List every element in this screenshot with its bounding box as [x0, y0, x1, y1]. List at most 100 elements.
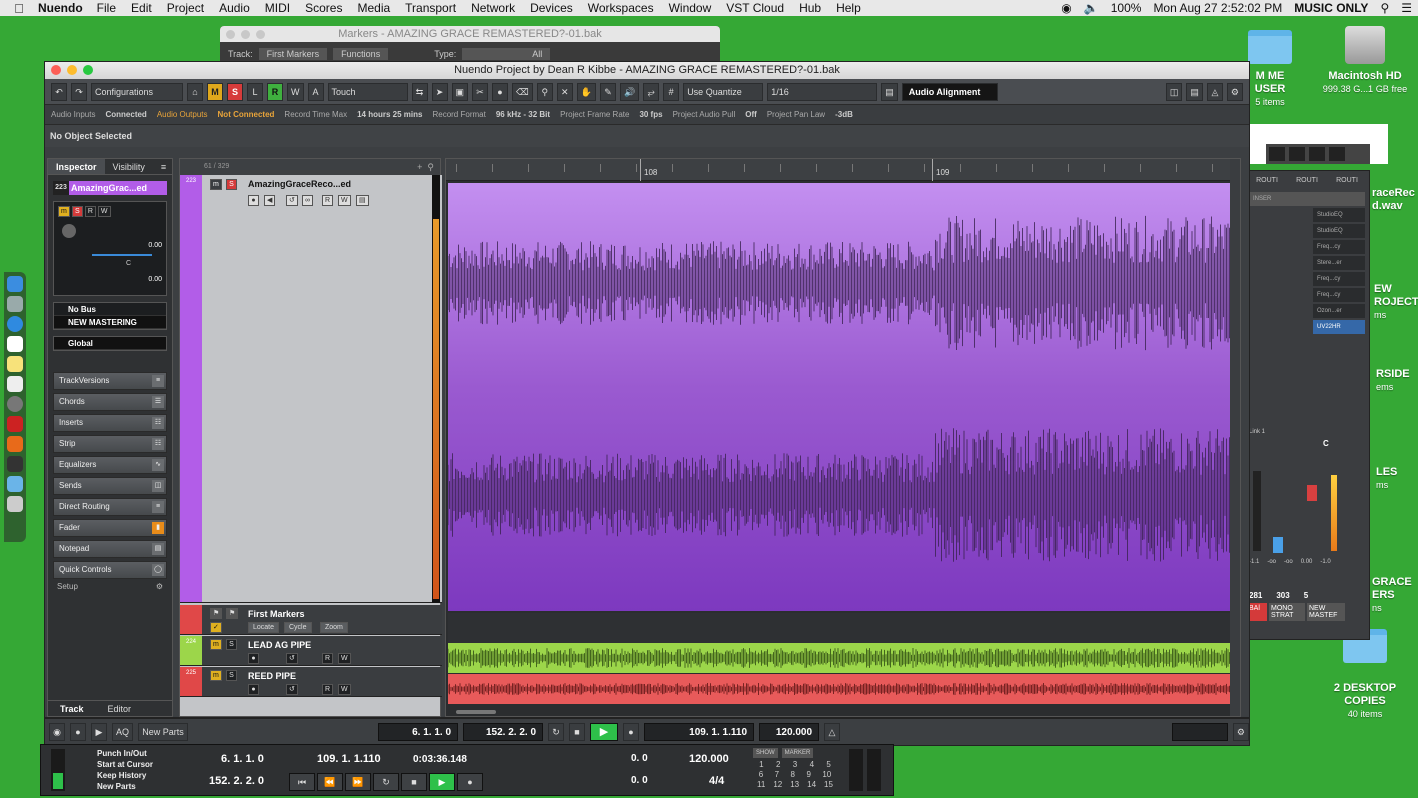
lane-icon[interactable]: ↺ [286, 653, 298, 664]
dropdown-icon[interactable] [1269, 147, 1285, 161]
tab-editor[interactable]: Editor [96, 701, 144, 716]
write-button[interactable]: W [338, 653, 351, 664]
solo-button[interactable]: S [226, 670, 237, 681]
monitor-icon[interactable]: ◀ [264, 195, 276, 206]
constrain-icon[interactable]: ◉ [49, 723, 65, 741]
battery-percent[interactable]: 100% [1111, 1, 1142, 15]
marker-lane[interactable] [448, 613, 1232, 643]
insert-slot[interactable]: Stere...er [1313, 256, 1365, 270]
object-select-tool-icon[interactable]: ➤ [431, 82, 448, 101]
section-chords[interactable]: Chords ☰ [53, 393, 167, 411]
solo-button[interactable]: S [71, 206, 83, 217]
section-sends[interactable]: Sends ◫ [53, 477, 167, 495]
checkbox-icon[interactable]: ✓ [210, 622, 222, 633]
volume-bar[interactable] [92, 254, 152, 256]
show-button[interactable]: SHOW [753, 748, 778, 758]
volume-value[interactable]: 0.00 [148, 242, 162, 249]
primary-time-display[interactable]: 109. 1. 1.110 [317, 753, 381, 765]
volume-icon[interactable]: 🔈 [1084, 1, 1099, 15]
close-icon[interactable] [51, 65, 61, 75]
snap-icon[interactable]: ⥂ [643, 82, 660, 101]
layout-right-icon[interactable]: ◬ [1206, 82, 1223, 101]
flag-app-icon[interactable] [7, 436, 23, 452]
cycle-icon[interactable]: ↻ [373, 773, 399, 791]
marker-7-button[interactable]: 7 [775, 770, 779, 780]
record-icon[interactable]: ● [248, 684, 259, 695]
marker-15-button[interactable]: 15 [824, 780, 833, 790]
automation-mode-select[interactable]: Touch [327, 82, 408, 101]
locate-button[interactable]: Locate [248, 622, 280, 633]
marker-3-button[interactable]: 3 [793, 760, 797, 770]
audio-inputs-value[interactable]: Connected [105, 110, 146, 119]
insert-slot-selected[interactable]: UV22HR [1313, 320, 1365, 334]
glue-tool-icon[interactable]: ● [492, 82, 509, 101]
solo-button[interactable]: S [226, 179, 237, 190]
nuendo-icon[interactable] [7, 416, 23, 432]
layout-bottom-icon[interactable]: ▤ [1186, 82, 1203, 101]
desktop-folder-files[interactable]: LES ms [1376, 466, 1418, 492]
marker-9-button[interactable]: 9 [806, 770, 810, 780]
notes-icon[interactable] [7, 356, 23, 372]
menu-media[interactable]: Media [357, 1, 390, 15]
marker-12-button[interactable]: 12 [773, 780, 782, 790]
grid-icon[interactable]: # [663, 82, 680, 101]
launchpad-icon[interactable] [7, 296, 23, 312]
speaker-tool-icon[interactable]: 🔊 [619, 82, 640, 101]
menu-scores[interactable]: Scores [305, 1, 342, 15]
routing-header[interactable]: ROUTI [1256, 177, 1278, 184]
mute-button[interactable]: m [210, 179, 222, 190]
input-routing[interactable]: No Bus [54, 303, 166, 316]
marker-5-button[interactable]: 5 [826, 760, 830, 770]
audio-event-amazing-grace[interactable] [448, 183, 1232, 611]
audio-event-lead-ag-pipe[interactable] [447, 643, 1232, 673]
menu-devices[interactable]: Devices [530, 1, 573, 15]
inspector-track-name[interactable]: 223 AmazingGrac...ed [53, 181, 167, 195]
range-tool-icon[interactable]: ▣ [451, 82, 469, 101]
insert-slot[interactable]: Freq...cy [1313, 240, 1365, 254]
left-locator-display[interactable]: 6. 1. 1. 0 [221, 753, 264, 765]
cycle-icon[interactable]: ↻ [548, 723, 565, 741]
draw-tool-icon[interactable]: ✎ [599, 82, 616, 101]
tempo-display[interactable]: 120.000 [689, 753, 729, 765]
insert-slot[interactable]: Freq...cy [1313, 272, 1365, 286]
section-direct-routing[interactable]: Direct Routing ≡ [53, 498, 167, 516]
tab-visibility[interactable]: Visibility [105, 159, 153, 174]
right-locator-display[interactable]: 152. 2. 2. 0 [209, 775, 264, 787]
layout-left-icon[interactable]: ◫ [1165, 82, 1183, 101]
record-button[interactable]: ● [623, 723, 640, 741]
link-icon[interactable]: ∞ [302, 195, 313, 206]
marker-icon[interactable]: ⚑ [226, 608, 239, 619]
frame-rate-value[interactable]: 30 fps [639, 110, 662, 119]
signature-display[interactable]: 4/4 [709, 775, 724, 787]
close-icon[interactable] [226, 30, 235, 39]
downloads-icon[interactable] [7, 476, 23, 492]
finder-icon[interactable] [7, 276, 23, 292]
fast-forward-icon[interactable]: ⏩ [345, 773, 371, 791]
track-select[interactable]: First Markers [258, 48, 328, 60]
channel-name[interactable]: MONO STRAT [1269, 603, 1305, 621]
zoom-tool-icon[interactable]: ⚲ [536, 82, 553, 101]
lanes-icon[interactable]: ▤ [356, 195, 369, 206]
menu-audio[interactable]: Audio [219, 1, 250, 15]
menu-vst-cloud[interactable]: VST Cloud [726, 1, 784, 15]
vertical-scrollbar[interactable] [1230, 159, 1240, 716]
layout-icon[interactable] [1309, 147, 1325, 161]
gear-icon[interactable] [1329, 147, 1345, 161]
section-strip[interactable]: Strip ☷ [53, 435, 167, 453]
track-name[interactable]: LEAD AG PIPE [248, 640, 311, 650]
section-notepad[interactable]: Notepad ▤ [53, 540, 167, 558]
search-icon[interactable]: ⚲ [427, 162, 434, 172]
mute-button[interactable]: m [58, 206, 70, 217]
minimize-icon[interactable] [241, 30, 250, 39]
menu-workspaces[interactable]: Workspaces [588, 1, 654, 15]
quantize-mode-select[interactable]: Use Quantize [683, 82, 764, 101]
channel-name[interactable]: BAl [1247, 603, 1267, 621]
read-button[interactable]: R [322, 195, 334, 206]
mute-button[interactable]: m [210, 639, 222, 650]
position-display[interactable]: 109. 1. 1.110 [644, 723, 755, 741]
desktop-file-wav[interactable]: raceRec d.wav [1372, 174, 1418, 213]
shuttle-value[interactable]: 0. 0 [631, 753, 648, 764]
record-time-value[interactable]: 14 hours 25 mins [357, 110, 422, 119]
section-equalizers[interactable]: Equalizers ∿ [53, 456, 167, 474]
pan-value[interactable]: 0.00 [148, 276, 162, 283]
